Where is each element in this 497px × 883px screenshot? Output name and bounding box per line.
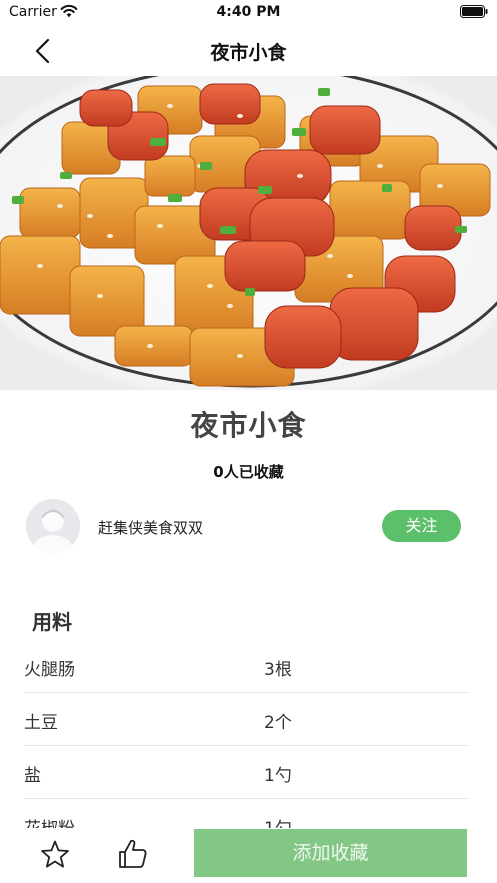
default-avatar-icon: [26, 499, 80, 553]
author-row: 赶集侠美食双双 关注: [0, 497, 497, 553]
like-button[interactable]: [116, 837, 150, 871]
ingredient-name: 花椒粉: [24, 814, 75, 828]
star-outline-icon: [41, 840, 69, 868]
ingredient-name: 土豆: [24, 713, 58, 733]
ingredient-name: 盐: [24, 766, 41, 786]
ingredient-quantity: 1勺: [264, 814, 292, 828]
add-favorite-button[interactable]: 添加收藏: [194, 829, 467, 877]
author-name[interactable]: 赶集侠美食双双: [98, 517, 203, 538]
nav-title: 夜市小食: [210, 42, 287, 64]
thumbs-up-outline-icon: [119, 839, 147, 868]
status-bar: Carrier 4:40 PM: [0, 0, 497, 26]
ingredient-quantity: 1勺: [264, 766, 292, 786]
follow-button[interactable]: 关注: [382, 510, 461, 542]
back-button[interactable]: [22, 34, 62, 68]
star-button[interactable]: [38, 838, 72, 872]
ingredients-heading: 用料: [32, 610, 72, 634]
clock: 4:40 PM: [216, 4, 281, 20]
favorites-count: 0人已收藏: [213, 463, 284, 481]
ingredient-row: 火腿肠 3根: [24, 640, 470, 693]
nav-bar: 夜市小食: [0, 26, 497, 76]
recipe-title: 夜市小食: [190, 409, 307, 442]
ingredient-row: 盐 1勺: [24, 746, 470, 799]
ingredient-row: 土豆 2个: [24, 693, 470, 746]
avatar[interactable]: [26, 499, 80, 553]
battery-icon: [460, 5, 488, 18]
recipe-photo: [0, 76, 497, 390]
chevron-left-icon: [35, 38, 50, 64]
ingredient-row: 花椒粉 1勺: [24, 799, 470, 828]
ingredient-name: 火腿肠: [24, 660, 75, 680]
bottom-action-bar: 添加收藏: [0, 828, 497, 883]
ingredient-list: 火腿肠 3根 土豆 2个 盐 1勺 花椒粉 1勺: [24, 640, 470, 828]
ingredient-quantity: 2个: [264, 713, 292, 733]
ingredient-quantity: 3根: [264, 660, 292, 680]
